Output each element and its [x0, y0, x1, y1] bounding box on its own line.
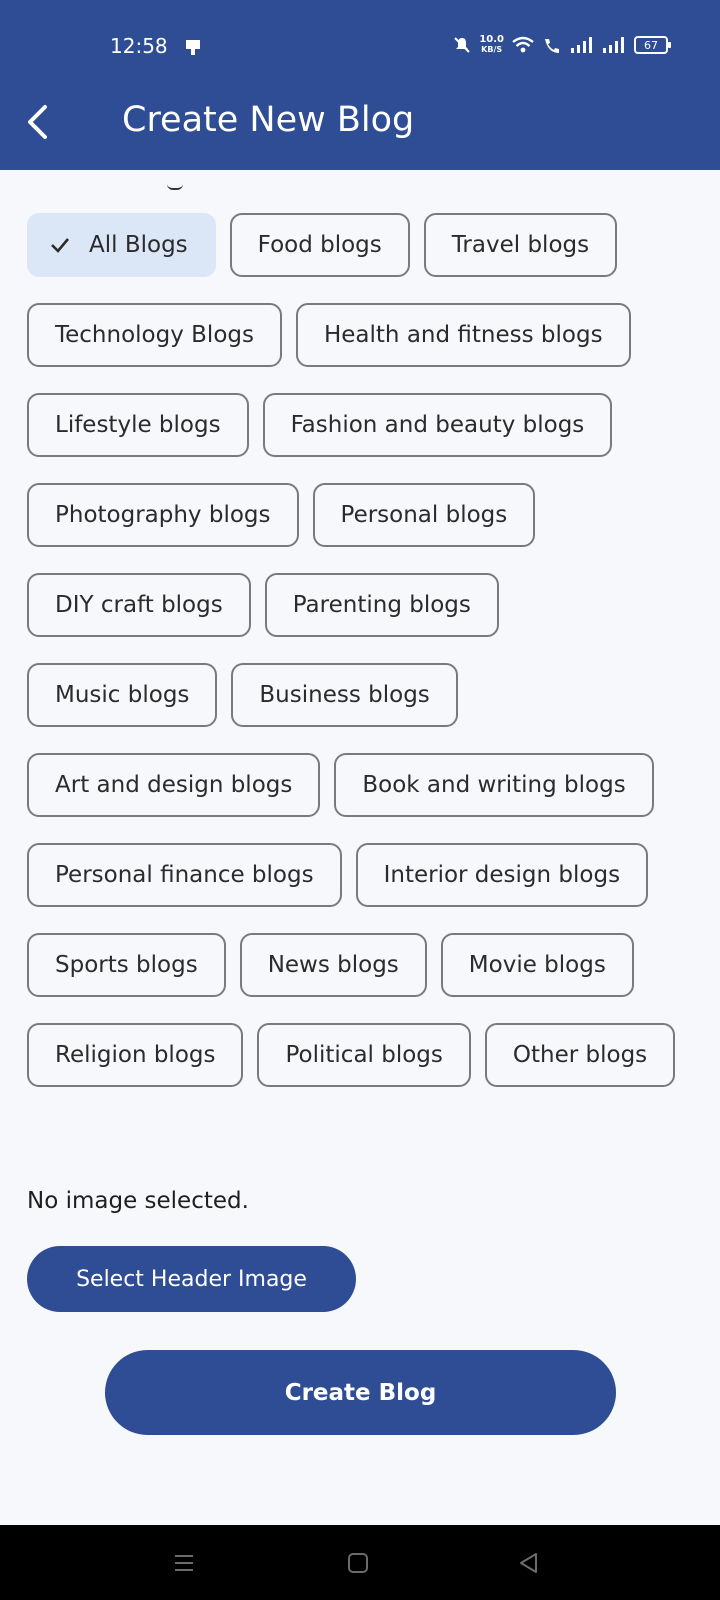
category-chip[interactable]: Parenting blogs [264, 573, 499, 637]
back-nav-button[interactable] [508, 1543, 548, 1583]
category-chip-group: All Blogs Food blogs Travel blogs Technolog… [27, 213, 697, 1087]
category-chip-label: All Blogs [89, 232, 188, 258]
category-chip[interactable]: DIY craft blogs [27, 573, 251, 637]
battery-indicator: 67 [634, 36, 671, 54]
network-speed-unit: KB/S [481, 45, 503, 54]
triangle-back-icon [520, 1553, 537, 1573]
category-chip-label: Music blogs [55, 682, 190, 708]
category-chip-label: Personal blogs [340, 502, 508, 528]
category-chip[interactable]: Photography blogs [27, 483, 299, 547]
signal-icon-2 [603, 37, 624, 53]
status-icons: 10.0 KB/S 67 [453, 34, 671, 56]
category-chip-label: Political blogs [285, 1042, 443, 1068]
category-chip[interactable]: Technology Blogs [27, 303, 282, 367]
category-chip-label: Health and fitness blogs [323, 322, 603, 348]
category-chip[interactable]: Sports blogs [27, 933, 226, 997]
network-speed: 10.0 KB/S [479, 35, 504, 55]
category-chip[interactable]: Personal finance blogs [27, 843, 342, 907]
recent-apps-button[interactable] [164, 1543, 204, 1583]
category-chip[interactable]: Personal blogs [312, 483, 536, 547]
category-chip[interactable]: Food blogs [229, 213, 410, 277]
wifi-icon [512, 36, 534, 53]
category-chip[interactable]: Interior design blogs [355, 843, 649, 907]
category-chip[interactable]: Travel blogs [423, 213, 618, 277]
menu-icon [175, 1555, 193, 1571]
create-blog-button[interactable]: Create Blog [105, 1350, 616, 1435]
category-chip[interactable]: Business blogs [231, 663, 458, 727]
category-chip[interactable]: All Blogs [27, 213, 216, 277]
category-chip[interactable]: Lifestyle blogs [27, 393, 249, 457]
category-chip-label: Fashion and beauty blogs [290, 412, 585, 438]
system-nav-bar [0, 1525, 720, 1600]
category-chip-label: Art and design blogs [55, 772, 293, 798]
page-title: Create New Blog [122, 100, 415, 140]
category-chip-label: Technology Blogs [55, 322, 254, 348]
category-chip[interactable]: Music blogs [27, 663, 218, 727]
category-chip-label: Lifestyle blogs [55, 412, 221, 438]
category-chip-label: Interior design blogs [383, 862, 621, 888]
category-chip-label: Photography blogs [55, 502, 271, 528]
chevron-left-icon [28, 105, 47, 139]
select-header-image-button[interactable]: Select Header Image [27, 1246, 356, 1312]
square-icon [348, 1553, 368, 1573]
image-status-text: No image selected. [27, 1188, 249, 1214]
call-icon [545, 39, 559, 53]
status-time: 12:58 [110, 34, 168, 58]
device-icon [186, 40, 200, 55]
category-chip[interactable]: Art and design blogs [27, 753, 321, 817]
category-chip[interactable]: Movie blogs [440, 933, 634, 997]
category-chip-label: Personal finance blogs [55, 862, 314, 888]
category-chip-label: Movie blogs [468, 952, 606, 978]
category-chip-label: Parenting blogs [292, 592, 471, 618]
category-chip[interactable]: Religion blogs [27, 1023, 244, 1087]
back-button[interactable] [22, 102, 52, 142]
category-chip-label: DIY craft blogs [55, 592, 223, 618]
category-chip-label: Travel blogs [451, 232, 590, 258]
category-chip-label: Business blogs [259, 682, 430, 708]
signal-icon-1 [571, 37, 592, 53]
mute-icon [454, 37, 471, 53]
checkmark-icon [51, 238, 69, 253]
category-chip[interactable]: Fashion and beauty blogs [262, 393, 613, 457]
category-chip[interactable]: Health and fitness blogs [295, 303, 631, 367]
network-speed-value: 10.0 [479, 34, 504, 45]
category-chip[interactable]: Other blogs [484, 1023, 676, 1087]
category-chip[interactable]: News blogs [239, 933, 427, 997]
category-chip-label: Food blogs [257, 232, 382, 258]
app-bar: 12:58 10.0 KB/S 67 Create New Blog [0, 0, 720, 170]
category-chip-label: Other blogs [512, 1042, 648, 1068]
category-chip[interactable]: Book and writing blogs [334, 753, 654, 817]
clipped-text-fragment [167, 184, 183, 190]
category-chip-label: Sports blogs [55, 952, 198, 978]
category-chip-label: Book and writing blogs [362, 772, 626, 798]
home-button[interactable] [338, 1543, 378, 1583]
category-chip[interactable]: Political blogs [257, 1023, 471, 1087]
category-chip-label: Religion blogs [55, 1042, 216, 1068]
main-content: All Blogs Food blogs Travel blogs Technolog… [0, 170, 720, 1525]
category-chip-label: News blogs [267, 952, 399, 978]
